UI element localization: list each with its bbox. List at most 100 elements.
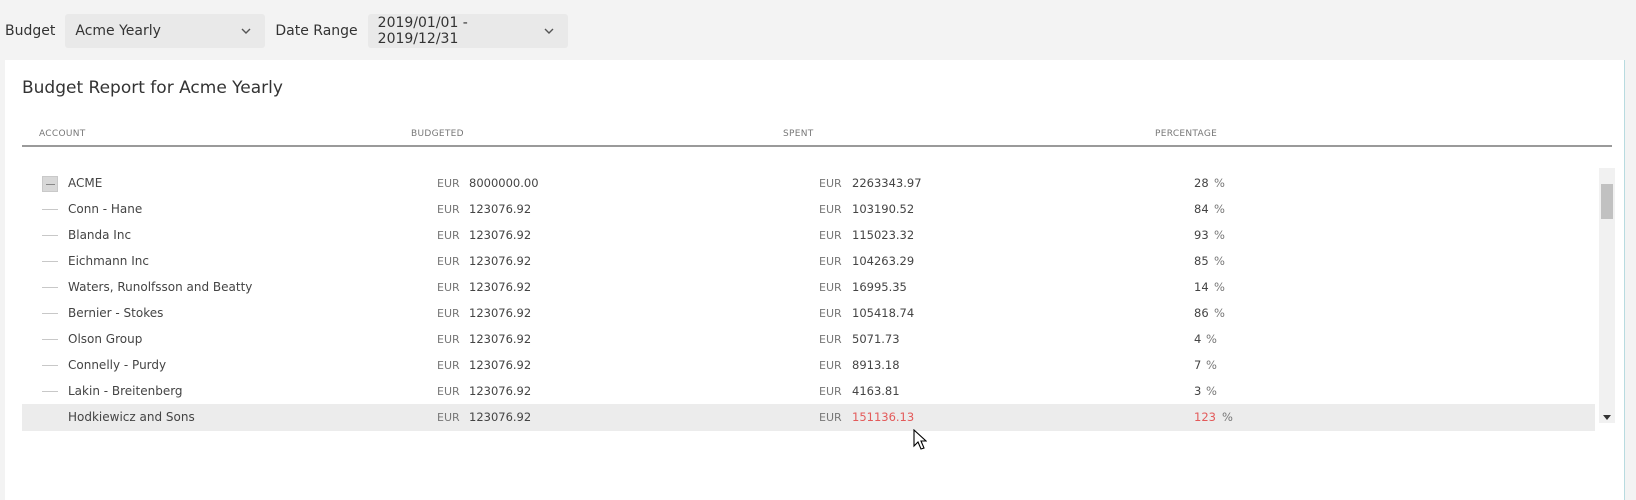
percentage-unit: %	[1206, 332, 1217, 346]
table-row[interactable]: Connelly - Purdy EUR 123076.92 EUR 8913.18 7%	[22, 352, 1595, 379]
budgeted-currency: EUR	[437, 385, 460, 398]
spent-amount: 16995.35	[852, 280, 907, 294]
budgeted-amount: 123076.92	[469, 306, 532, 320]
budgeted-amount: 123076.92	[469, 254, 532, 268]
budget-select-value: Acme Yearly	[75, 23, 161, 39]
table-row[interactable]: Olson Group EUR 123076.92 EUR 5071.73 4%	[22, 326, 1595, 353]
collapse-icon[interactable]	[42, 176, 58, 192]
budgeted-currency: EUR	[437, 359, 460, 372]
spent-amount: 5071.73	[852, 332, 900, 346]
percentage-value: 28	[1194, 176, 1209, 190]
table-row[interactable]: Waters, Runolfsson and Beatty EUR 123076.9…	[22, 274, 1595, 301]
budgeted-currency: EUR	[437, 203, 460, 216]
filter-bar: Budget Acme Yearly Date Range 2019/01/01…	[5, 14, 568, 48]
budget-label: Budget	[5, 23, 56, 39]
budgeted-amount: 123076.92	[469, 202, 532, 216]
spent-amount: 4163.81	[852, 384, 900, 398]
table-row[interactable]: Eichmann Inc EUR 123076.92 EUR 104263.29 85%	[22, 248, 1595, 275]
percentage-value: 7	[1194, 358, 1202, 372]
percentage-value: 3	[1194, 384, 1202, 398]
report-title: Budget Report for Acme Yearly	[22, 78, 283, 98]
percentage-unit: %	[1206, 384, 1217, 398]
percentage-unit: %	[1222, 410, 1233, 424]
budgeted-amount: 123076.92	[469, 332, 532, 346]
budgeted-amount: 123076.92	[469, 384, 532, 398]
budgeted-currency: EUR	[437, 411, 460, 424]
scrollbar[interactable]	[1599, 168, 1615, 423]
spent-currency: EUR	[819, 203, 842, 216]
spent-currency: EUR	[819, 229, 842, 242]
spent-amount: 104263.29	[852, 254, 915, 268]
percentage-value: 84	[1194, 202, 1209, 216]
budgeted-amount: 123076.92	[469, 410, 532, 424]
percentage-unit: %	[1214, 228, 1225, 242]
table-body: ACME EUR 8000000.00 EUR 2263343.97 28% Conn - …	[22, 170, 1595, 440]
percentage-unit: %	[1214, 306, 1225, 320]
spent-amount: 2263343.97	[852, 176, 922, 190]
percentage-unit: %	[1214, 202, 1225, 216]
budgeted-currency: EUR	[437, 229, 460, 242]
percentage-value: 4	[1194, 332, 1202, 346]
spent-amount: 151136.13	[852, 410, 915, 424]
budget-select[interactable]: Acme Yearly	[65, 14, 266, 48]
account-name: Blanda Inc	[68, 228, 132, 242]
percentage-value: 86	[1194, 306, 1209, 320]
account-name: Olson Group	[68, 332, 143, 346]
spent-amount: 103190.52	[852, 202, 915, 216]
table-row[interactable]: Lakin - Breitenberg EUR 123076.92 EUR 4163.8…	[22, 378, 1595, 405]
spent-currency: EUR	[819, 307, 842, 320]
date-range-value: 2019/01/01 - 2019/12/31	[377, 15, 468, 47]
percentage-unit: %	[1214, 176, 1225, 190]
tree-connector	[42, 209, 58, 210]
tree-connector	[42, 365, 58, 366]
percentage-value: 14	[1194, 280, 1209, 294]
percentage-unit: %	[1206, 358, 1217, 372]
account-name: Conn - Hane	[68, 202, 143, 216]
tree-connector	[42, 391, 58, 392]
spent-currency: EUR	[819, 333, 842, 346]
column-header-account: ACCOUNT	[39, 129, 86, 139]
account-name: Eichmann Inc	[68, 254, 149, 268]
spent-currency: EUR	[819, 411, 842, 424]
chevron-down-icon	[239, 24, 253, 38]
budgeted-currency: EUR	[437, 177, 460, 190]
budgeted-currency: EUR	[437, 333, 460, 346]
column-header-percentage: PERCENTAGE	[1155, 129, 1218, 139]
date-range-select[interactable]: 2019/01/01 - 2019/12/31	[367, 14, 568, 48]
percentage-value: 93	[1194, 228, 1209, 242]
spent-currency: EUR	[819, 255, 842, 268]
spent-amount: 105418.74	[852, 306, 915, 320]
scroll-down-arrow-icon[interactable]	[1599, 411, 1615, 423]
tree-connector	[42, 287, 58, 288]
budgeted-amount: 123076.92	[469, 228, 532, 242]
budgeted-currency: EUR	[437, 281, 460, 294]
scroll-up-arrow-icon[interactable]	[1599, 168, 1615, 180]
column-header-budgeted: BUDGETED	[411, 129, 464, 139]
percentage-value: 123	[1194, 410, 1216, 424]
table-row[interactable]: Blanda Inc EUR 123076.92 EUR 115023.32 93%	[22, 222, 1595, 249]
spent-currency: EUR	[819, 177, 842, 190]
account-name: Lakin - Breitenberg	[68, 384, 183, 398]
percentage-unit: %	[1214, 280, 1225, 294]
budgeted-amount: 123076.92	[469, 358, 532, 372]
tree-connector	[42, 339, 58, 340]
budgeted-currency: EUR	[437, 307, 460, 320]
table-row[interactable]: Conn - Hane EUR 123076.92 EUR 103190.52 84%	[22, 196, 1595, 223]
account-name: Hodkiewicz and Sons	[68, 410, 195, 424]
spent-currency: EUR	[819, 385, 842, 398]
table-row-parent[interactable]: ACME EUR 8000000.00 EUR 2263343.97 28%	[22, 170, 1595, 197]
tree-connector	[42, 313, 58, 314]
table-row[interactable]: Bernier - Stokes EUR 123076.92 EUR 105418.74…	[22, 300, 1595, 327]
budgeted-currency: EUR	[437, 255, 460, 268]
chevron-down-icon	[543, 24, 556, 38]
table-header: ACCOUNT BUDGETED SPENT PERCENTAGE	[22, 125, 1612, 147]
spent-currency: EUR	[819, 281, 842, 294]
tree-connector	[42, 235, 58, 236]
percentage-value: 85	[1194, 254, 1209, 268]
mouse-pointer-icon	[913, 429, 927, 450]
spent-amount: 115023.32	[852, 228, 915, 242]
budgeted-amount: 8000000.00	[469, 176, 539, 190]
table-row[interactable]: Hodkiewicz and Sons EUR 123076.92 EUR 151136…	[22, 404, 1595, 431]
scrollbar-thumb[interactable]	[1601, 184, 1613, 219]
account-name: Bernier - Stokes	[68, 306, 164, 320]
